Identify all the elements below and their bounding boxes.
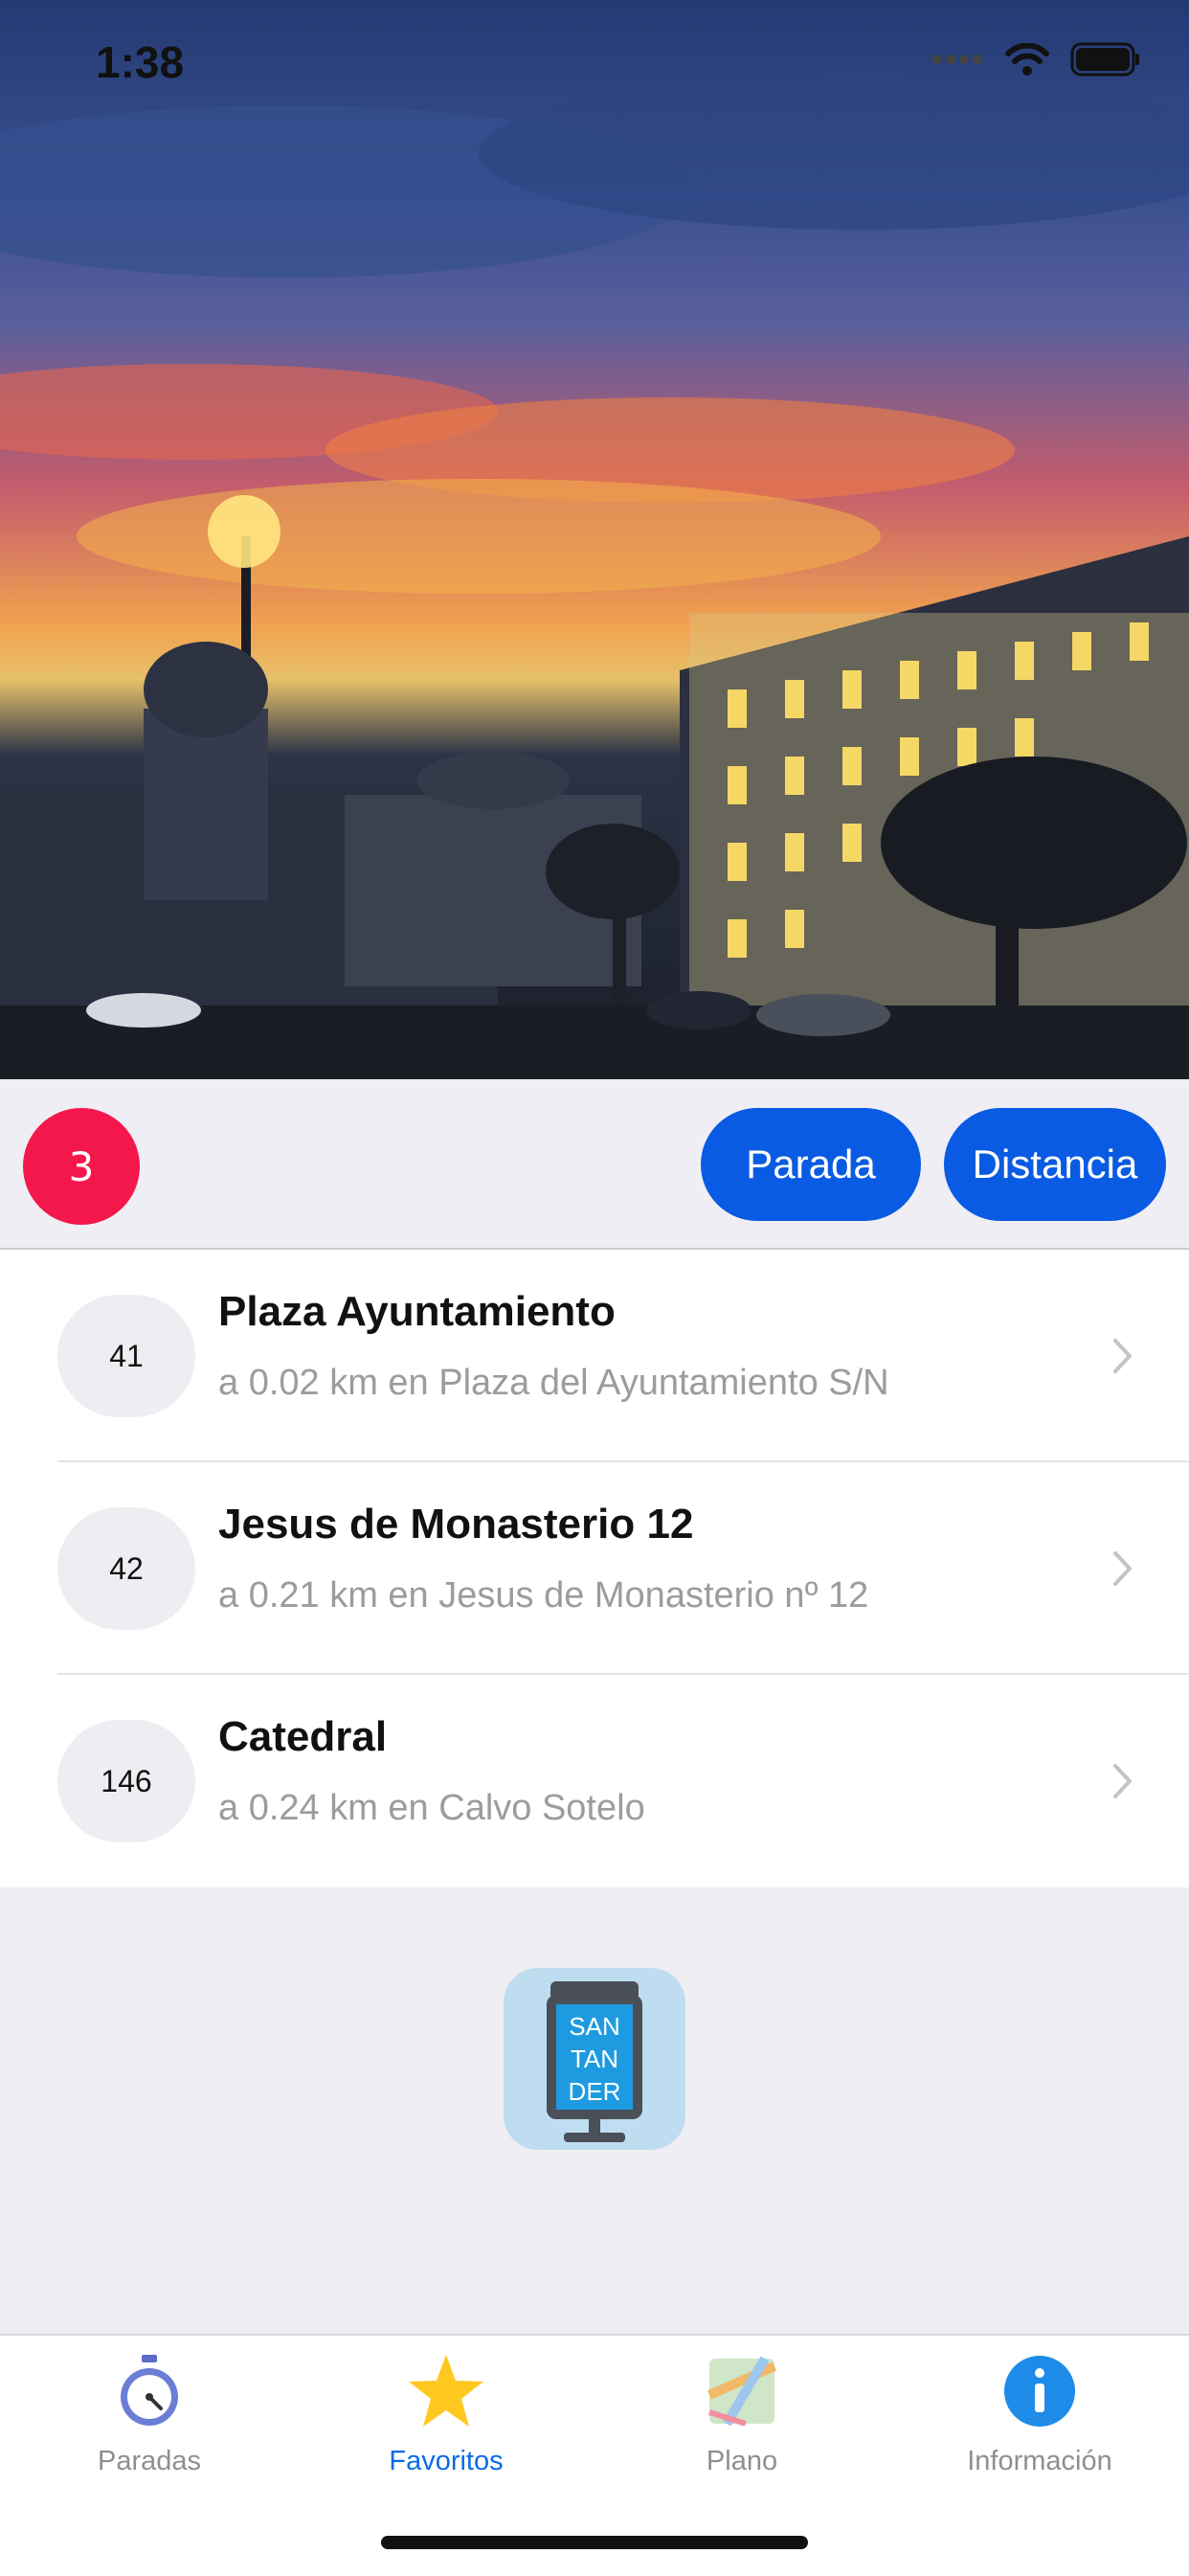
list-item[interactable]: 146 Catedral a 0.24 km en Calvo Sotelo [0, 1675, 1189, 1887]
favorites-count-badge: 3 [23, 1108, 140, 1225]
tab-label: Favoritos [389, 2446, 504, 2476]
chevron-right-icon [1113, 1551, 1132, 1586]
city-sunset-illustration [0, 77, 1189, 1079]
wifi-icon [1005, 43, 1049, 76]
battery-icon [1070, 42, 1139, 77]
sort-by-distance-button[interactable]: Distancia [944, 1108, 1166, 1221]
bus-stop-sign-icon: SAN TAN DER [547, 1981, 642, 2142]
stop-name: Catedral [218, 1713, 388, 1760]
info-icon [1004, 2356, 1075, 2427]
star-icon [409, 2355, 483, 2427]
stop-detail: a 0.02 km en Plaza del Ayuntamiento S/N [218, 1363, 889, 1403]
home-indicator[interactable] [381, 2536, 808, 2549]
stopwatch-icon [121, 2355, 178, 2426]
list-item[interactable]: 41 Plaza Ayuntamiento a 0.02 km en Plaza… [0, 1250, 1189, 1462]
logo-line: SAN [569, 2012, 619, 2041]
santander-logo: SAN TAN DER [504, 1968, 685, 2150]
list-item[interactable]: 42 Jesus de Monasterio 12 a 0.21 km en J… [0, 1462, 1189, 1675]
tab-favoritos[interactable]: Favoritos [341, 2348, 551, 2477]
stop-name: Jesus de Monasterio 12 [218, 1501, 694, 1548]
chevron-right-icon [1113, 1339, 1132, 1373]
stop-detail: a 0.24 km en Calvo Sotelo [218, 1788, 645, 1828]
tab-label: Información [967, 2446, 1112, 2476]
stop-detail: a 0.21 km en Jesus de Monasterio nº 12 [218, 1575, 869, 1616]
stop-number: 146 [57, 1720, 195, 1842]
status-icons [931, 42, 1141, 77]
map-icon [707, 2357, 776, 2426]
logo-line: TAN [571, 2045, 618, 2073]
sort-by-stop-button[interactable]: Parada [701, 1108, 921, 1221]
hero-photo: 1:38 [0, 0, 1189, 1079]
tab-label: Paradas [97, 2446, 201, 2476]
tab-plano[interactable]: Plano [637, 2348, 847, 2477]
tab-paradas[interactable]: Paradas [44, 2348, 255, 2477]
stop-number: 41 [57, 1295, 195, 1417]
logo-line: DER [569, 2077, 621, 2106]
tab-informacion[interactable]: Información [934, 2348, 1145, 2477]
status-time: 1:38 [96, 37, 185, 87]
stop-number: 42 [57, 1507, 195, 1630]
tab-label: Plano [706, 2446, 778, 2476]
chevron-right-icon [1113, 1764, 1132, 1798]
favorite-stops-list: 41 Plaza Ayuntamiento a 0.02 km en Plaza… [0, 1250, 1189, 1887]
signal-icon [932, 55, 982, 64]
stop-name: Plaza Ayuntamiento [218, 1288, 616, 1335]
